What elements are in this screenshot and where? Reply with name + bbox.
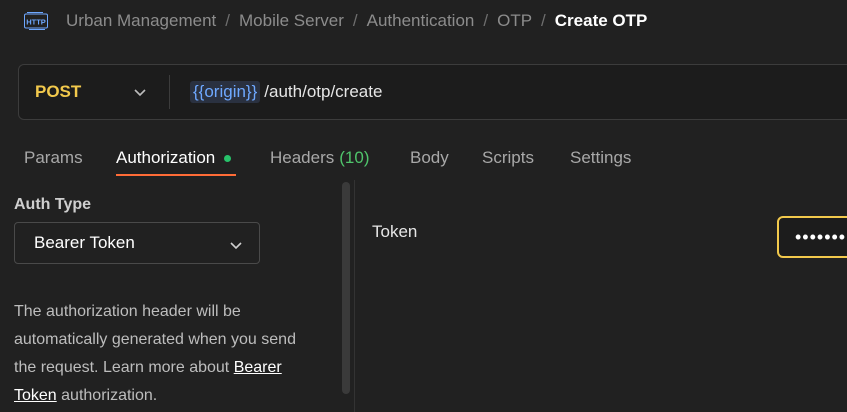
tab-label: Body	[410, 148, 449, 167]
request-tabs: Params Authorization Headers (10) Body S…	[0, 140, 847, 178]
method-label: POST	[35, 82, 82, 101]
method-selector[interactable]: POST	[19, 65, 169, 119]
auth-type-panel: Auth Type Bearer Token The authorization…	[0, 180, 340, 412]
breadcrumb-item-workspace[interactable]: Urban Management	[66, 11, 216, 31]
header-count-badge: (10)	[339, 148, 370, 167]
chevron-down-icon	[229, 237, 243, 257]
left-panel-scrollbar[interactable]	[342, 182, 350, 394]
active-tab-indicator	[116, 174, 236, 176]
tab-authorization[interactable]: Authorization	[116, 140, 232, 176]
breadcrumb-item-subfolder[interactable]: OTP	[497, 11, 532, 31]
chevron-down-icon	[133, 85, 147, 104]
tab-body[interactable]: Body	[410, 140, 449, 176]
token-input[interactable]: •••••••	[777, 216, 847, 258]
breadcrumb: HTTP Urban Management / Mobile Server / …	[24, 8, 647, 34]
breadcrumb-separator: /	[483, 11, 489, 30]
auth-type-value: Bearer Token	[34, 233, 135, 252]
request-url-bar: POST {{origin}} /auth/otp/create	[18, 64, 847, 120]
panel-divider[interactable]	[354, 180, 355, 412]
svg-text:HTTP: HTTP	[26, 18, 46, 27]
tab-settings[interactable]: Settings	[570, 140, 631, 176]
auth-description: The authorization header will be automat…	[14, 298, 314, 410]
auth-type-label: Auth Type	[14, 196, 92, 213]
tab-scripts[interactable]: Scripts	[482, 140, 534, 176]
url-input[interactable]: {{origin}} /auth/otp/create	[170, 65, 382, 119]
tab-label: Settings	[570, 148, 632, 167]
url-variable[interactable]: {{origin}}	[190, 81, 261, 103]
token-masked-value: •••••••	[795, 226, 847, 247]
tab-params[interactable]: Params	[24, 140, 83, 176]
token-label: Token	[372, 222, 418, 241]
breadcrumb-separator: /	[225, 11, 230, 30]
breadcrumb-separator: /	[352, 11, 358, 30]
auth-type-dropdown[interactable]: Bearer Token	[14, 222, 260, 264]
auth-description-suffix: authorization.	[56, 387, 158, 404]
breadcrumb-item-collection[interactable]: Mobile Server	[239, 11, 344, 31]
breadcrumb-separator: /	[541, 11, 546, 30]
tab-label: Scripts	[482, 148, 534, 167]
tab-headers[interactable]: Headers (10)	[270, 140, 370, 176]
request-name[interactable]: Create OTP	[555, 11, 648, 31]
tab-label: Headers	[270, 148, 335, 167]
tab-label: Authorization	[116, 148, 216, 167]
breadcrumb-item-folder[interactable]: Authentication	[367, 11, 475, 31]
status-dot-icon	[224, 154, 232, 162]
http-request-icon: HTTP	[24, 10, 48, 32]
url-path: /auth/otp/create	[264, 82, 383, 101]
tab-label: Params	[24, 148, 83, 167]
